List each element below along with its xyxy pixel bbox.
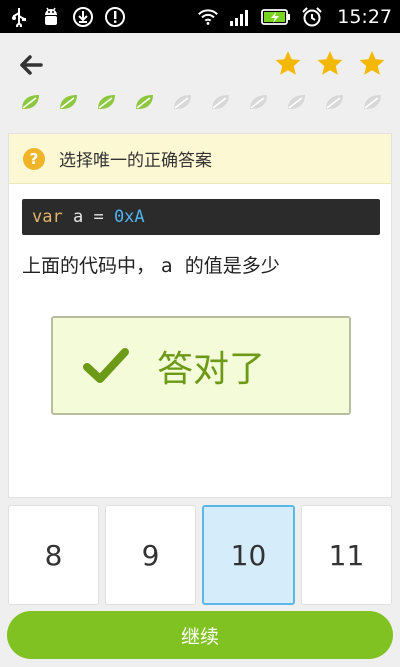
star-rating <box>274 49 386 77</box>
leaf-complete-icon <box>98 95 115 109</box>
back-button[interactable] <box>16 51 46 79</box>
question-text: 上面的代码中， a 的值是多少 <box>22 255 280 277</box>
leaf-complete-icon <box>22 95 39 109</box>
leaf-pending-icon <box>326 95 343 109</box>
result-box: 答对了 <box>51 316 351 415</box>
status-right-icons: 15:27 <box>197 6 392 28</box>
star-icon <box>317 51 343 75</box>
answer-option[interactable]: 11 <box>301 505 392 605</box>
status-left-icons <box>8 6 126 28</box>
leaf-pending-icon <box>288 95 305 109</box>
code-token-keyword: var <box>32 207 63 227</box>
code-snippet: var a = 0xA <box>22 199 380 235</box>
lesson-header <box>0 33 400 129</box>
leaf-pending-icon <box>250 95 267 109</box>
code-token-identifier: a <box>62 207 94 227</box>
leaf-pending-icon <box>174 95 191 109</box>
alarm-icon <box>301 6 323 28</box>
download-icon <box>72 6 94 28</box>
lesson-progress <box>20 93 382 111</box>
leaf-pending-icon <box>364 95 381 109</box>
question-card: ? 选择唯一的正确答案 var a = 0xA 上面的代码中， a 的值是多少 … <box>8 133 392 498</box>
android-debug-icon <box>40 6 62 28</box>
question-mark-icon: ? <box>23 147 45 170</box>
leaf-complete-icon <box>136 95 153 109</box>
instruction-text: 选择唯一的正确答案 <box>59 151 212 171</box>
answer-options: 8 9 10 11 <box>8 505 392 605</box>
back-arrow-icon <box>20 55 43 75</box>
battery-charging-icon <box>261 6 291 28</box>
checkmark-icon <box>83 347 129 383</box>
answer-option[interactable]: 9 <box>105 505 196 605</box>
code-token-identifier <box>104 207 114 227</box>
signal-icon <box>229 6 251 28</box>
instruction-bar: ? 选择唯一的正确答案 <box>9 134 391 184</box>
status-bar: 15:27 <box>0 0 400 33</box>
leaf-complete-icon <box>60 95 77 109</box>
answer-option[interactable]: 10 <box>202 505 295 605</box>
alert-icon <box>104 6 126 28</box>
leaf-pending-icon <box>212 95 229 109</box>
wifi-icon <box>197 6 219 28</box>
star-icon <box>359 51 385 75</box>
star-icon <box>275 51 301 75</box>
result-text: 答对了 <box>157 348 266 390</box>
code-token-operator: = <box>93 207 104 227</box>
status-time: 15:27 <box>337 5 392 28</box>
continue-button[interactable]: 继续 <box>7 611 393 659</box>
usb-icon <box>8 6 30 28</box>
answer-option[interactable]: 8 <box>8 505 99 605</box>
code-token-number: 0xA <box>113 207 145 227</box>
